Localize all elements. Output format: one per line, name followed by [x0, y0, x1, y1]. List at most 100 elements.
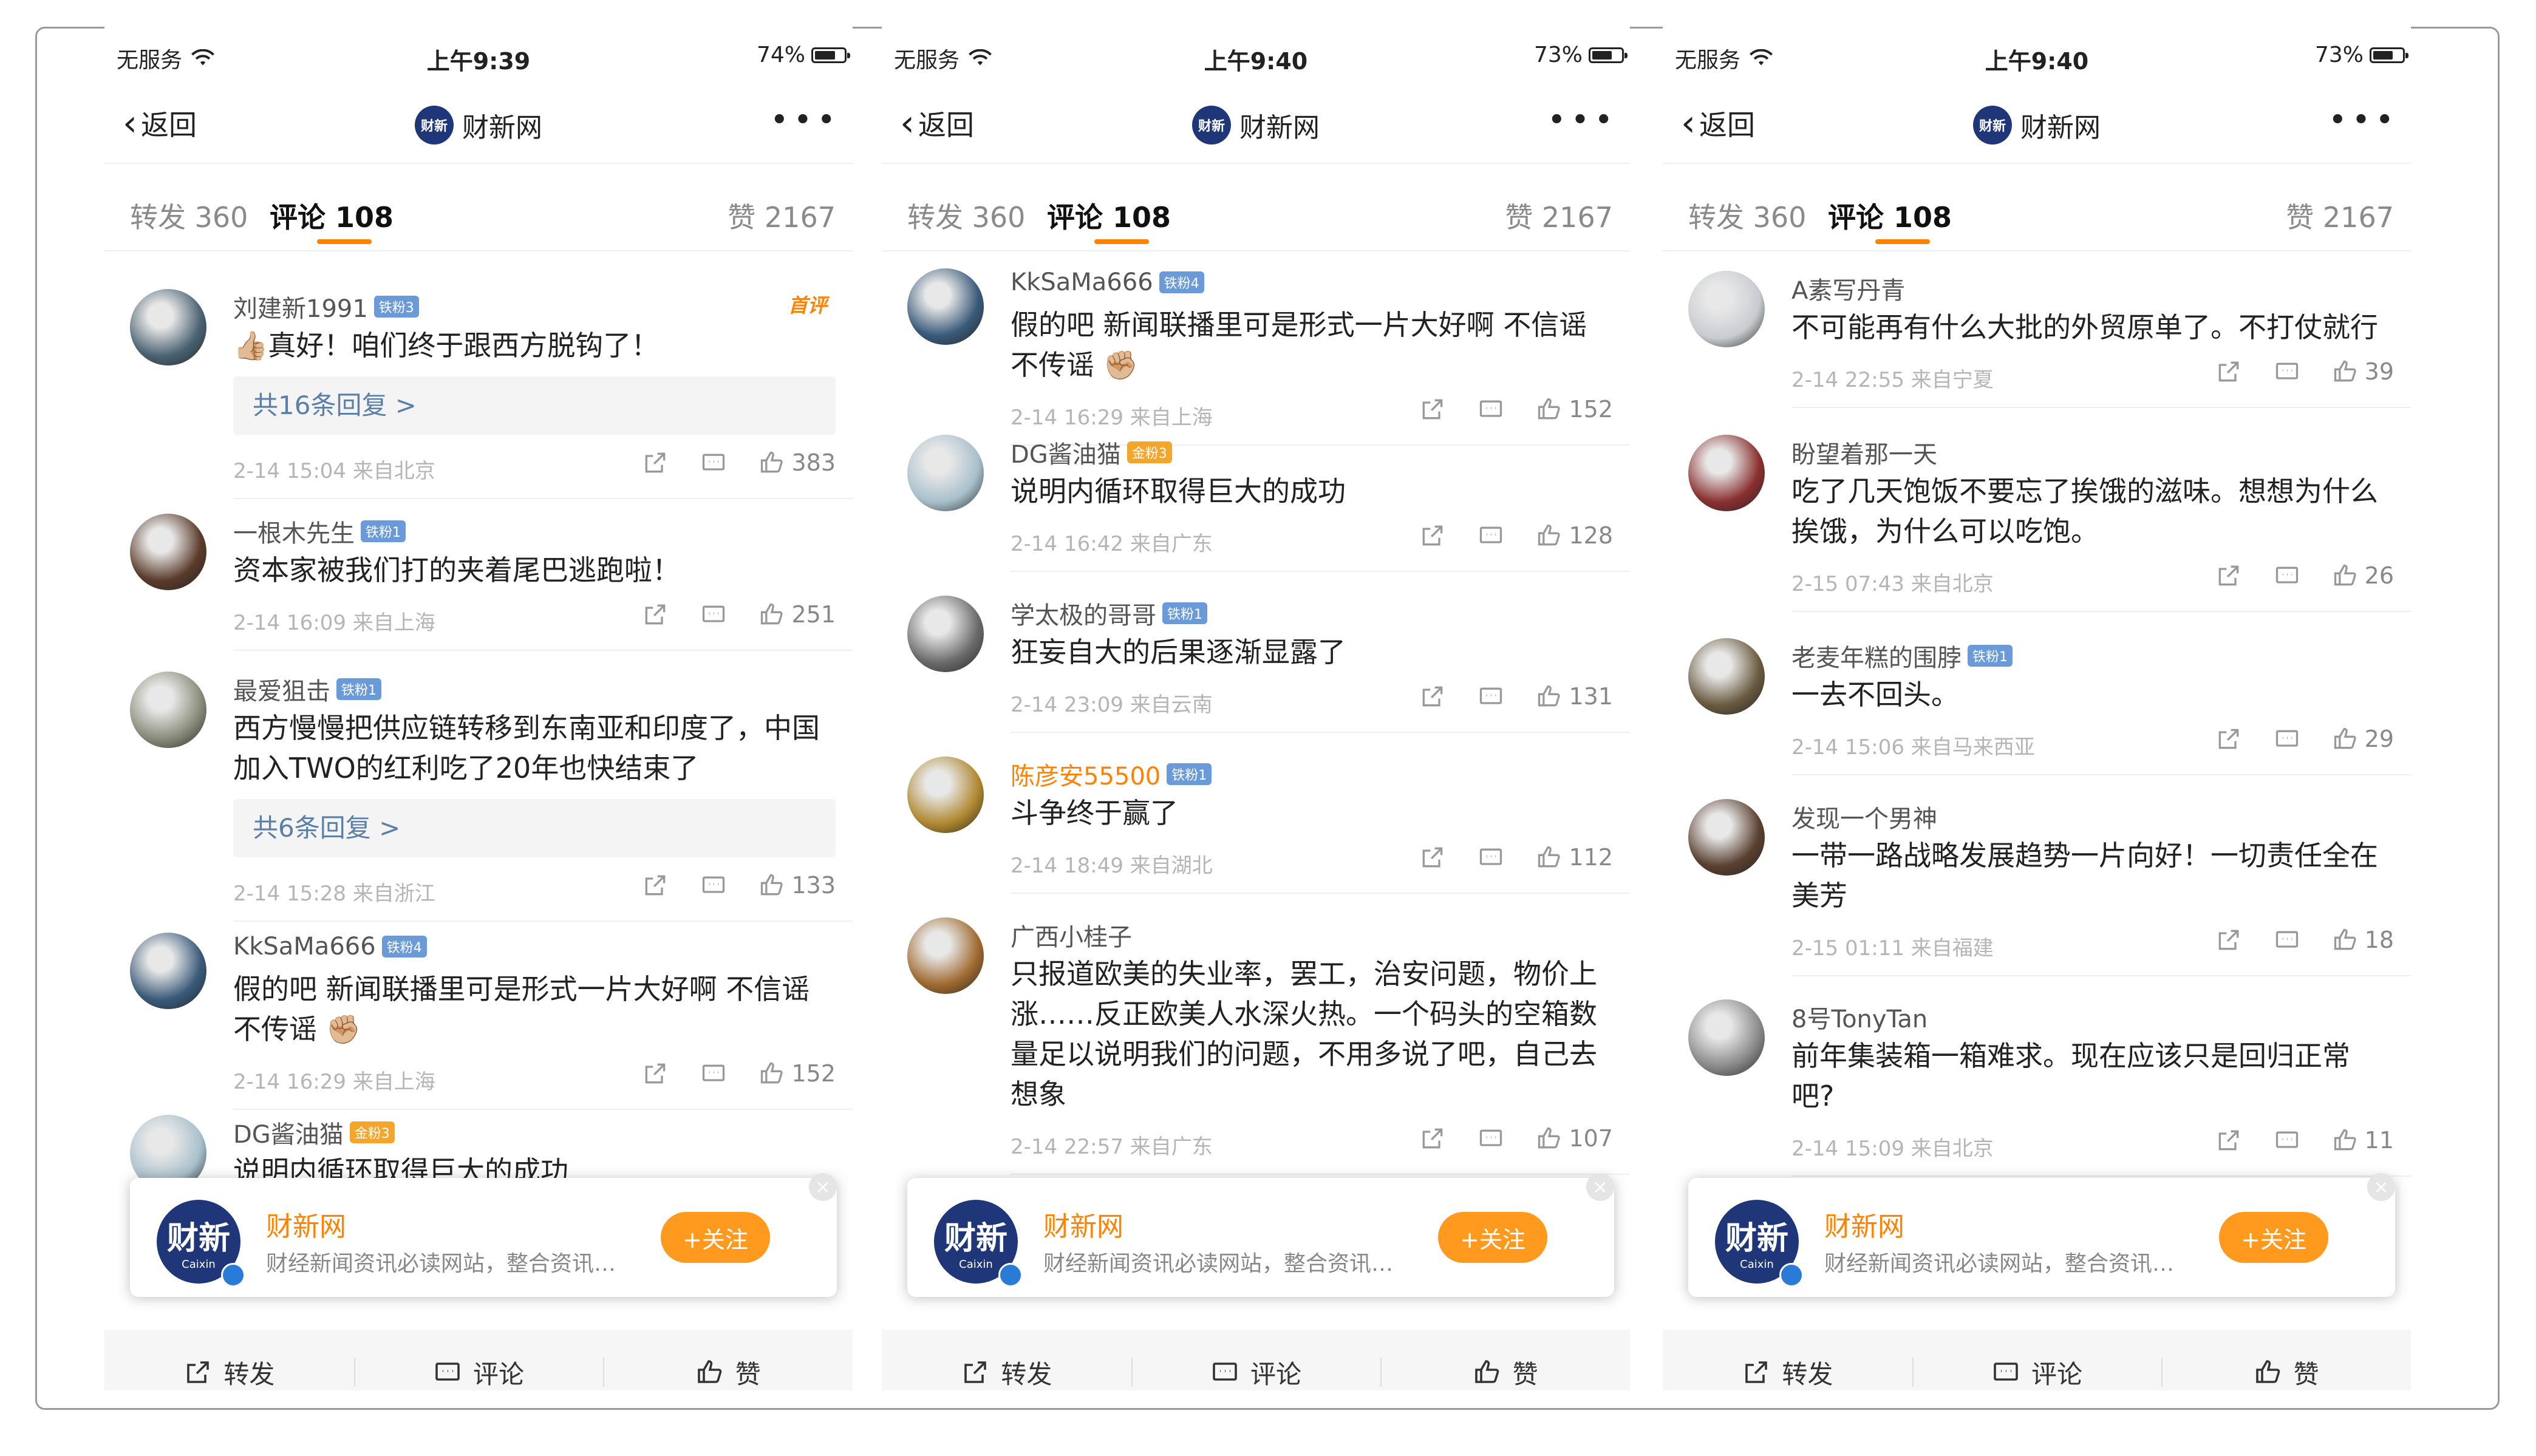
like-button[interactable]: 107	[1536, 1125, 1613, 1152]
avatar[interactable]	[907, 435, 984, 511]
avatar[interactable]	[1688, 435, 1765, 511]
tab-comments[interactable]: 评论 108	[270, 196, 394, 236]
repost-button[interactable]: 转发	[104, 1330, 354, 1390]
avatar[interactable]	[907, 917, 984, 994]
like-button[interactable]: 383	[758, 449, 836, 476]
comment-text[interactable]: 吃了几天饱饭不要忘了挨饿的滋味。想想为什么挨饿，为什么可以吃饱。	[1791, 471, 2387, 551]
comment-icon[interactable]	[1478, 522, 1504, 549]
comment-icon[interactable]	[2274, 726, 2300, 752]
avatar[interactable]	[1688, 999, 1765, 1076]
like-button[interactable]: 251	[758, 601, 836, 628]
comment-author[interactable]: 陈彦安55500 铁粉1	[1011, 757, 1212, 792]
comment-text[interactable]: 假的吧 新闻联播里可是形式一片大好啊 不信谣不传谣 ✊🏼	[233, 969, 828, 1049]
avatar[interactable]	[130, 933, 206, 1009]
follow-button[interactable]: +关注	[661, 1212, 770, 1263]
avatar[interactable]	[130, 289, 206, 366]
avatar[interactable]	[130, 672, 206, 748]
share-icon[interactable]	[2215, 1127, 2242, 1154]
more-icon[interactable]: •••	[2328, 102, 2399, 138]
comment-text[interactable]: 一带一路战略发展趋势一片向好！一切责任全在美芳	[1791, 835, 2387, 916]
like-button[interactable]: 152	[1536, 396, 1613, 423]
avatar[interactable]	[1688, 638, 1765, 715]
comment-text[interactable]: 不可能再有什么大批的外贸原单了。不打仗就行	[1791, 307, 2387, 347]
follow-button[interactable]: +关注	[2219, 1212, 2328, 1263]
comment-text[interactable]: 👍🏼真好！咱们终于跟西方脱钩了！	[233, 325, 828, 366]
tab-repost[interactable]: 转发 360	[907, 196, 1025, 236]
tab-repost[interactable]: 转发 360	[130, 196, 248, 236]
avatar[interactable]	[130, 514, 206, 590]
thumb-up-icon[interactable]	[758, 449, 785, 476]
avatar[interactable]	[907, 268, 984, 345]
share-icon[interactable]	[2215, 726, 2242, 752]
thumb-up-icon[interactable]	[2332, 726, 2359, 752]
more-icon[interactable]: •••	[770, 102, 840, 138]
comment-icon[interactable]	[2274, 562, 2300, 589]
thumb-up-icon[interactable]	[2332, 927, 2359, 953]
close-icon[interactable]: ×	[2367, 1173, 2395, 1201]
comment-button[interactable]: 评论	[1912, 1330, 2162, 1390]
thumb-up-icon[interactable]	[1536, 1125, 1563, 1152]
comment-text[interactable]: 假的吧 新闻联播里可是形式一片大好啊 不信谣不传谣 ✊🏼	[1011, 305, 1606, 385]
thumb-up-icon[interactable]	[2332, 1127, 2359, 1154]
account-name[interactable]: 财新网	[266, 1205, 346, 1243]
comment-icon[interactable]	[2274, 1127, 2300, 1154]
repost-button[interactable]: 转发	[1663, 1330, 1912, 1390]
comment-text[interactable]: 说明内循环取得巨大的成功	[1011, 471, 1606, 511]
like-button[interactable]: 18	[2332, 927, 2394, 953]
share-icon[interactable]	[1419, 1125, 1446, 1152]
comment-author[interactable]: 8号TonyTan	[1791, 999, 1928, 1035]
tab-likes[interactable]: 赞 2167	[2286, 196, 2394, 236]
share-icon[interactable]	[642, 872, 669, 899]
thumb-up-icon[interactable]	[2332, 562, 2359, 589]
share-icon[interactable]	[1419, 522, 1446, 549]
comment-author[interactable]: 学太极的哥哥 铁粉1	[1011, 596, 1207, 631]
comment-author[interactable]: DG酱油猫 金粉3	[233, 1115, 395, 1150]
more-icon[interactable]: •••	[1547, 102, 1618, 138]
thumb-up-icon[interactable]	[1536, 844, 1563, 871]
tab-comments[interactable]: 评论 108	[1828, 196, 1952, 236]
tab-likes[interactable]: 赞 2167	[1505, 196, 1613, 236]
comment-icon[interactable]	[700, 601, 727, 628]
thumb-up-icon[interactable]	[758, 601, 785, 628]
tab-likes[interactable]: 赞 2167	[728, 196, 836, 236]
share-icon[interactable]	[642, 1060, 669, 1087]
comment-author[interactable]: 盼望着那一天	[1791, 435, 1937, 470]
share-icon[interactable]	[2215, 927, 2242, 953]
share-icon[interactable]	[1419, 396, 1446, 423]
like-button[interactable]: 29	[2332, 726, 2394, 752]
thumb-up-icon[interactable]	[758, 872, 785, 899]
comment-author[interactable]: KkSaMa666 铁粉4	[233, 933, 427, 961]
comment-icon[interactable]	[700, 1060, 727, 1087]
follow-card[interactable]: 财新 Caixin 财新网 财经新闻资讯必读网站，整合资讯… +关注 ×	[130, 1173, 837, 1297]
comment-icon[interactable]	[1478, 396, 1504, 423]
thumb-up-icon[interactable]	[1536, 396, 1563, 423]
thumb-up-icon[interactable]	[2332, 358, 2359, 385]
like-button[interactable]: 赞	[603, 1330, 853, 1390]
comment-author[interactable]: 最爱狙击 铁粉1	[233, 672, 381, 707]
like-button[interactable]: 11	[2332, 1127, 2394, 1154]
comment-button[interactable]: 评论	[353, 1330, 604, 1390]
repost-button[interactable]: 转发	[882, 1330, 1131, 1390]
share-icon[interactable]	[642, 449, 669, 476]
like-button[interactable]: 赞	[2161, 1330, 2411, 1390]
view-replies-link[interactable]: 共16条回复 >	[233, 376, 836, 435]
comment-icon[interactable]	[700, 872, 727, 899]
comment-text[interactable]: 只报道欧美的失业率，罢工，治安问题，物价上涨……反正欧美人水深火热。一个码头的空…	[1011, 954, 1606, 1114]
avatar[interactable]	[1688, 799, 1765, 876]
like-button[interactable]: 39	[2332, 358, 2394, 385]
comment-text[interactable]: 一去不回头。	[1791, 675, 2387, 715]
share-icon[interactable]	[2215, 562, 2242, 589]
tab-comments[interactable]: 评论 108	[1047, 196, 1171, 236]
account-name[interactable]: 财新网	[1824, 1205, 1904, 1243]
comment-icon[interactable]	[2274, 927, 2300, 953]
share-icon[interactable]	[1419, 844, 1446, 871]
close-icon[interactable]: ×	[1586, 1173, 1614, 1201]
comment-button[interactable]: 评论	[1131, 1330, 1381, 1390]
view-replies-link[interactable]: 共6条回复 >	[233, 799, 836, 857]
follow-button[interactable]: +关注	[1438, 1212, 1547, 1263]
like-button[interactable]: 赞	[1380, 1330, 1630, 1390]
comment-author[interactable]: DG酱油猫 金粉3	[1011, 435, 1172, 470]
comment-text[interactable]: 前年集装箱一箱难求。现在应该只是回归正常吧?	[1791, 1036, 2387, 1116]
comment-icon[interactable]	[700, 449, 727, 476]
thumb-up-icon[interactable]	[758, 1060, 785, 1087]
